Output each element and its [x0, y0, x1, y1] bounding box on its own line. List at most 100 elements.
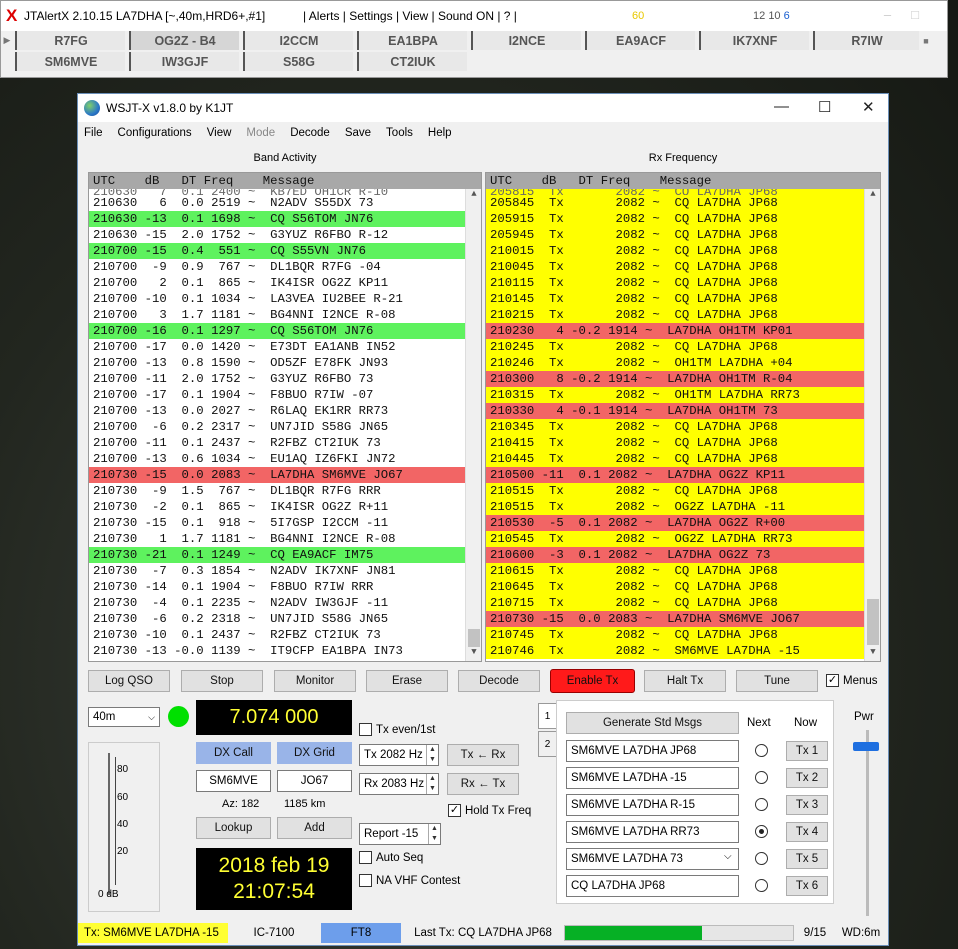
- close-icon[interactable]: ✕: [862, 98, 875, 116]
- erase-button[interactable]: Erase: [366, 670, 448, 692]
- chevron-down-icon-msg5[interactable]: ⌵: [724, 851, 732, 862]
- menu-decode[interactable]: Decode: [290, 127, 330, 139]
- rx-frequency-row[interactable]: 205945 Tx 2082 ~ CQ LA7DHA JP68: [486, 227, 864, 243]
- band-activity-row[interactable]: 210730 -6 0.2 2318 ~ UN7JID S58G JN65: [89, 611, 481, 627]
- rx-frequency-row[interactable]: 210300 8 -0.2 1914 ~ LA7DHA OH1TM R-04: [486, 371, 864, 387]
- dx-call-input[interactable]: SM6MVE: [196, 770, 271, 792]
- rx-frequency-row[interactable]: 210145 Tx 2082 ~ CQ LA7DHA JP68: [486, 291, 864, 307]
- menu-tools[interactable]: Tools: [386, 127, 413, 139]
- rx-frequency-row[interactable]: 210230 4 -0.2 1914 ~ LA7DHA OH1TM KP01: [486, 323, 864, 339]
- rx-frequency-row[interactable]: 210445 Tx 2082 ~ CQ LA7DHA JP68: [486, 451, 864, 467]
- scroll-thumb[interactable]: [468, 629, 480, 647]
- tx-from-rx-button[interactable]: Tx ← Rx: [447, 744, 519, 766]
- rx-frequency-row[interactable]: 205915 Tx 2082 ~ CQ LA7DHA JP68: [486, 211, 864, 227]
- next-radio-1[interactable]: [755, 744, 768, 757]
- menus-checkbox[interactable]: ✓ Menus: [826, 674, 878, 687]
- auto-seq-checkbox[interactable]: Auto Seq: [359, 851, 423, 864]
- band-activity-row[interactable]: 210700 -13 0.8 1590 ~ OD5ZF E78FK JN93: [89, 355, 481, 371]
- na-vhf-box[interactable]: [359, 874, 372, 887]
- band-activity-row[interactable]: 210700 3 1.7 1181 ~ BG4NNI I2NCE R-08: [89, 307, 481, 323]
- na-vhf-checkbox[interactable]: NA VHF Contest: [359, 874, 460, 887]
- add-button[interactable]: Add: [277, 817, 352, 839]
- callsign-s58g[interactable]: S58G: [243, 52, 353, 71]
- tx5-button[interactable]: Tx 5: [786, 849, 828, 869]
- rx-frequency-row[interactable]: 210515 Tx 2082 ~ OG2Z LA7DHA -11: [486, 499, 864, 515]
- hold-tx-freq-checkbox[interactable]: ✓ Hold Tx Freq: [448, 804, 531, 817]
- menu-help[interactable]: Help: [428, 127, 452, 139]
- jtalert-menu[interactable]: | Alerts | Settings | View | Sound ON | …: [303, 9, 517, 23]
- rx-frequency-row[interactable]: 210215 Tx 2082 ~ CQ LA7DHA JP68: [486, 307, 864, 323]
- band-activity-list[interactable]: UTC dB DT Freq Message 210630 7 0.1 2400…: [88, 172, 482, 662]
- rx-frequency-row[interactable]: 210615 Tx 2082 ~ CQ LA7DHA JP68: [486, 563, 864, 579]
- tx-even-checkbox[interactable]: Tx even/1st: [359, 723, 435, 736]
- menu-save[interactable]: Save: [345, 127, 371, 139]
- generate-std-msgs-button[interactable]: Generate Std Msgs: [566, 712, 739, 734]
- band-activity-row[interactable]: 210700 -16 0.1 1297 ~ CQ S56TOM JN76: [89, 323, 481, 339]
- tx6-button[interactable]: Tx 6: [786, 876, 828, 896]
- power-slider-track[interactable]: [866, 730, 869, 916]
- scroll-down-icon-rx[interactable]: ▼: [865, 647, 880, 661]
- menu-file[interactable]: File: [84, 127, 103, 139]
- band-activity-row[interactable]: 210630 -15 2.0 1752 ~ G3YUZ R6FBO R-12: [89, 227, 481, 243]
- spin-arrows-icon-3[interactable]: ▲ ▼: [428, 824, 440, 844]
- callsign-ik7xnf[interactable]: IK7XNF: [699, 31, 809, 50]
- menu-view[interactable]: View: [207, 127, 232, 139]
- rx-frequency-row[interactable]: 210745 Tx 2082 ~ CQ LA7DHA JP68: [486, 627, 864, 643]
- spin-arrows-icon-2[interactable]: ▲ ▼: [426, 774, 438, 794]
- monitor-button[interactable]: Monitor: [274, 670, 356, 692]
- band-activity-row[interactable]: 210700 -9 0.9 767 ~ DL1BQR R7FG -04: [89, 259, 481, 275]
- callsign-ct2iuk[interactable]: CT2IUK: [357, 52, 467, 71]
- rx-frequency-row[interactable]: 210530 -5 0.1 2082 ~ LA7DHA OG2Z R+00: [486, 515, 864, 531]
- band-activity-row[interactable]: 210700 -13 0.0 2027 ~ R6LAQ EK1RR RR73: [89, 403, 481, 419]
- tx-freq-spinbox[interactable]: Tx 2082 Hz ▲ ▼: [359, 744, 439, 766]
- band-activity-row[interactable]: 210730 -2 0.1 865 ~ IK4ISR OG2Z R+11: [89, 499, 481, 515]
- tx-message-4-input[interactable]: SM6MVE LA7DHA RR73: [566, 821, 739, 843]
- band-activity-row[interactable]: 210730 1 1.7 1181 ~ BG4NNI I2NCE R-08: [89, 531, 481, 547]
- rx-frequency-list[interactable]: UTC dB DT Freq Message 205815 Tx 2082 ~ …: [485, 172, 881, 662]
- rx-frequency-row[interactable]: 210515 Tx 2082 ~ CQ LA7DHA JP68: [486, 483, 864, 499]
- band-activity-row[interactable]: 210730 -7 0.3 1854 ~ N2ADV IK7XNF JN81: [89, 563, 481, 579]
- scroll-thumb-rx[interactable]: [867, 599, 879, 645]
- hold-tx-check-icon[interactable]: ✓: [448, 804, 461, 817]
- rx-frequency-row[interactable]: 210730 -15 0.0 2083 ~ LA7DHA SM6MVE JO67: [486, 611, 864, 627]
- tx3-button[interactable]: Tx 3: [786, 795, 828, 815]
- callsign-ea1bpa[interactable]: EA1BPA: [357, 31, 467, 50]
- tab-1[interactable]: 1: [538, 703, 556, 729]
- next-radio-2[interactable]: [755, 771, 768, 784]
- next-radio-4[interactable]: [755, 825, 768, 838]
- band-activity-row[interactable]: 210700 -6 0.2 2317 ~ UN7JID S58G JN65: [89, 419, 481, 435]
- callsign-iw3gjf[interactable]: IW3GJF: [129, 52, 239, 71]
- band-activity-row[interactable]: 210630 6 0.0 2519 ~ N2ADV S55DX 73: [89, 195, 481, 211]
- callsign-ea9acf[interactable]: EA9ACF: [585, 31, 695, 50]
- rx-frequency-row[interactable]: 210115 Tx 2082 ~ CQ LA7DHA JP68: [486, 275, 864, 291]
- callsign-sm6mve[interactable]: SM6MVE: [15, 52, 125, 71]
- lookup-button[interactable]: Lookup: [196, 817, 271, 839]
- band-select[interactable]: 40m ⌵: [88, 707, 160, 727]
- scroll-up-icon[interactable]: ▲: [466, 189, 481, 203]
- dx-grid-input[interactable]: JO67: [277, 770, 352, 792]
- rx-freq-spinbox[interactable]: Rx 2083 Hz ▲ ▼: [359, 773, 439, 795]
- minimize-icon[interactable]: —: [774, 98, 789, 115]
- rx-frequency-row[interactable]: 210500 -11 0.1 2082 ~ LA7DHA OG2Z KP11: [486, 467, 864, 483]
- rx-frequency-row[interactable]: 210415 Tx 2082 ~ CQ LA7DHA JP68: [486, 435, 864, 451]
- tx-message-2-input[interactable]: SM6MVE LA7DHA -15: [566, 767, 739, 789]
- log-qso-button[interactable]: Log QSO: [88, 670, 170, 692]
- stop-button[interactable]: Stop: [181, 670, 263, 692]
- jtalert-window-controls[interactable]: –□: [884, 7, 939, 22]
- band-activity-row[interactable]: 210700 -13 0.6 1034 ~ EU1AQ IZ6FKI JN72: [89, 451, 481, 467]
- band-activity-row[interactable]: 210730 -14 0.1 1904 ~ F8BUO R7IW RRR: [89, 579, 481, 595]
- band-activity-row[interactable]: 210700 -15 0.4 551 ~ CQ S55VN JN76: [89, 243, 481, 259]
- next-radio-5[interactable]: [755, 852, 768, 865]
- tx2-button[interactable]: Tx 2: [786, 768, 828, 788]
- scroll-down-icon[interactable]: ▼: [466, 647, 481, 661]
- band-activity-row[interactable]: 210630 -13 0.1 1698 ~ CQ S56TOM JN76: [89, 211, 481, 227]
- band-activity-row[interactable]: 210700 -10 0.1 1034 ~ LA3VEA IU2BEE R-21: [89, 291, 481, 307]
- band-activity-row[interactable]: 210700 2 0.1 865 ~ IK4ISR OG2Z KP11: [89, 275, 481, 291]
- rx-frequency-row[interactable]: 210246 Tx 2082 ~ OH1TM LA7DHA +04: [486, 355, 864, 371]
- tune-button[interactable]: Tune: [736, 670, 818, 692]
- tx-even-box[interactable]: [359, 723, 372, 736]
- band-activity-row[interactable]: 210700 -11 2.0 1752 ~ G3YUZ R6FBO 73: [89, 371, 481, 387]
- tx-message-5-input[interactable]: SM6MVE LA7DHA 73: [566, 848, 739, 870]
- tx4-button[interactable]: Tx 4: [786, 822, 828, 842]
- next-radio-3[interactable]: [755, 798, 768, 811]
